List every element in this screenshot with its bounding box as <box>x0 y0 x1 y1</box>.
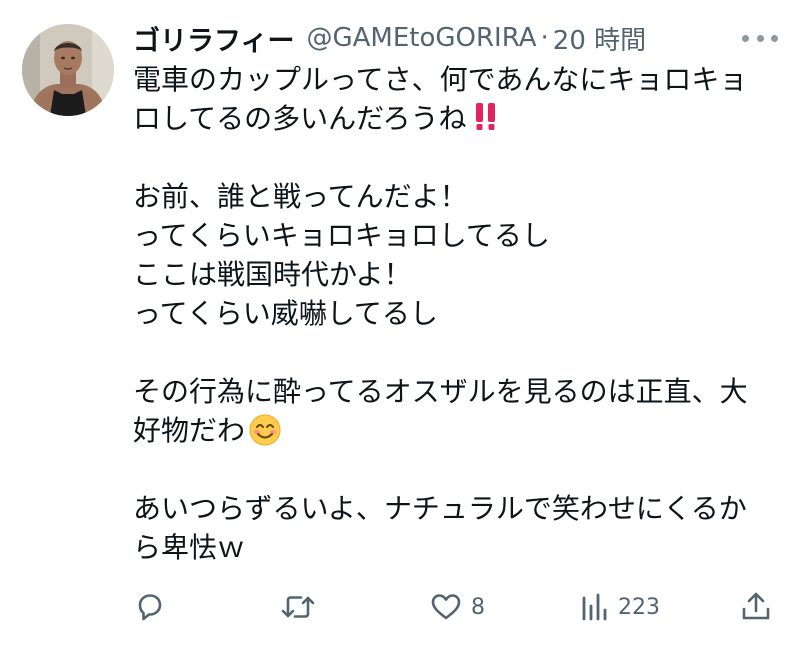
like-button[interactable]: 8 <box>429 585 485 629</box>
separator-dot: · <box>540 23 549 53</box>
tweet-line: ここは戦国時代かよ！ <box>133 258 412 291</box>
tweet-line: ってくらい威嚇してるし <box>133 297 438 330</box>
user-handle[interactable]: @GAMEtoGORIRA <box>306 23 536 53</box>
tweet-line: 電車のカップルってさ、何であんなにキョロキョ <box>133 63 748 96</box>
like-count: 8 <box>471 594 485 620</box>
tweet-header: ゴリラフィー @GAMEtoGORIRA · 20 時間 <box>133 18 778 58</box>
reply-icon[interactable] <box>133 590 167 624</box>
reply-button[interactable] <box>133 585 175 629</box>
tweet-line: ロしてるの多いんだろうね <box>133 99 773 138</box>
heart-icon[interactable] <box>429 590 463 624</box>
tweet-line: その行為に酔ってるオスザルを見るのは正直、大 <box>133 375 748 408</box>
tweet-line: ってくらいキョロキョロしてるし <box>133 219 550 252</box>
double-exclamation-emoji-icon <box>470 100 502 142</box>
views-count: 223 <box>618 594 660 620</box>
smiling-face-emoji-icon <box>249 414 281 456</box>
tweet-line: あいつらずるいよ、ナチュラルで笑わせにくるか <box>133 492 747 525</box>
timestamp[interactable]: 20 時間 <box>553 20 646 57</box>
display-name[interactable]: ゴリラフィー <box>133 19 294 58</box>
action-bar: 8 223 <box>133 585 778 629</box>
views-button[interactable]: 223 <box>580 585 660 629</box>
tweet-card[interactable]: ゴリラフィー @GAMEtoGORIRA · 20 時間 電車のカップルってさ、… <box>0 0 800 650</box>
tweet-line: お前、誰と戦ってんだよ！ <box>133 180 468 213</box>
more-options-icon[interactable] <box>742 24 778 52</box>
share-icon[interactable] <box>739 590 773 624</box>
retweet-icon[interactable] <box>279 590 317 624</box>
share-button[interactable] <box>739 585 773 629</box>
tweet-line: ら卑怯ｗ <box>133 531 246 564</box>
retweet-button[interactable] <box>279 585 325 629</box>
tweet-text: 電車のカップルってさ、何であんなにキョロキョ ロしてるの多いんだろうね お前、誰… <box>133 60 773 567</box>
tweet-line: 好物だわ <box>133 411 773 450</box>
views-chart-icon[interactable] <box>580 590 610 624</box>
avatar[interactable] <box>22 24 114 116</box>
